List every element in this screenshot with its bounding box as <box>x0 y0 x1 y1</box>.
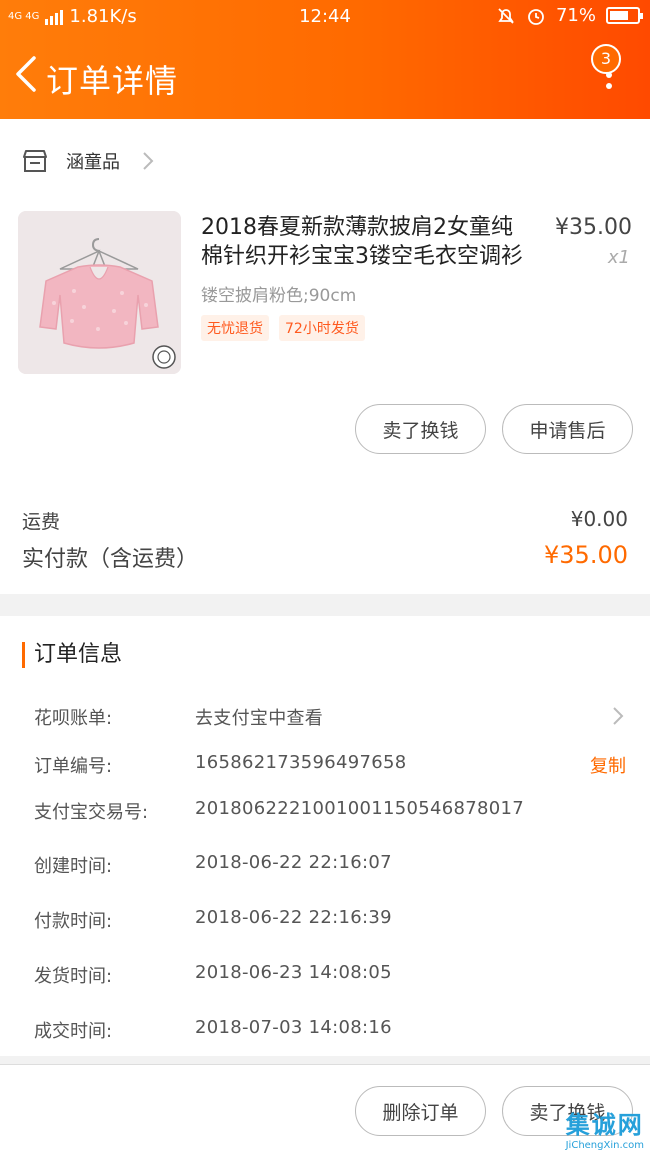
page-title: 订单详情 <box>46 62 179 100</box>
chevron-right-icon <box>613 707 624 725</box>
info-value: 2018-07-03 14:08:16 <box>195 1017 392 1038</box>
battery-fill <box>610 11 628 20</box>
product-title[interactable]: 2018春夏新款薄款披肩2女童纯 棉针织开衫宝宝3镂空毛衣空调衫 <box>201 213 526 271</box>
status-right: 71% <box>496 5 643 26</box>
shipping-label: 运费 <box>22 511 61 533</box>
watermark: 集诚网 JiChengXin.com <box>566 1105 644 1151</box>
notification-badge: 3 <box>591 44 621 74</box>
chevron-right-icon <box>143 152 154 170</box>
info-value: 2018-06-22 22:16:07 <box>195 852 392 873</box>
more-menu-button[interactable]: 3 <box>590 44 630 102</box>
battery-icon <box>606 7 643 24</box>
info-value: 2018-06-23 14:08:05 <box>195 962 392 983</box>
bell-muted-icon <box>498 7 514 24</box>
watermark-cn: 集诚网 <box>565 1111 644 1139</box>
info-value: 165862173596497658 <box>195 752 407 773</box>
info-label: 花呗账单: <box>34 708 113 729</box>
shop-row[interactable]: 涵童品 <box>22 141 154 181</box>
paid-row: 实付款（含运费） ¥35.00 <box>22 541 628 573</box>
bottom-action-bar: 删除订单 卖了换钱 集诚网 JiChengXin.com <box>0 1064 650 1155</box>
back-arrow-icon[interactable] <box>10 54 40 94</box>
info-value: 2018062221001001150546878017 <box>195 798 525 819</box>
cardigan-image <box>18 211 181 374</box>
after-sale-button[interactable]: 申请售后 <box>502 404 633 454</box>
status-bar: 4G 4G 1.81K/s 12:44 71% <box>0 0 650 34</box>
product-title-line2: 棉针织开衫宝宝3镂空毛衣空调衫 <box>201 244 523 269</box>
product-title-line1: 2018春夏新款薄款披肩2女童纯 <box>201 215 513 240</box>
sell-button[interactable]: 卖了换钱 <box>355 404 486 454</box>
product-image[interactable] <box>18 211 181 374</box>
alarm-icon <box>528 8 544 25</box>
watermark-en: JiChengXin.com <box>565 1140 644 1151</box>
paid-label: 实付款（含运费） <box>22 547 199 572</box>
copy-button[interactable]: 复制 <box>590 752 626 778</box>
order-info-title: 订单信息 <box>22 642 122 668</box>
info-value: 去支付宝中查看 <box>195 708 324 729</box>
product-tags: 无忧退货 72小时发货 <box>201 315 365 341</box>
store-icon <box>23 150 47 172</box>
info-label: 发货时间: <box>34 966 113 987</box>
info-value: 2018-06-22 22:16:39 <box>195 907 392 928</box>
order-card: 涵童品 2018春夏新款薄款披肩2女童纯 棉针织开衫宝宝3镂空毛衣空调衫 ¥35… <box>0 119 650 594</box>
order-info-card: 订单信息 花呗账单: 去支付宝中查看 订单编号: 165862173596497… <box>0 616 650 1056</box>
shipping-value: ¥0.00 <box>570 507 628 531</box>
nav-bar: 订单详情 3 <box>0 40 650 115</box>
info-label: 成交时间: <box>34 1021 113 1042</box>
delete-order-button[interactable]: 删除订单 <box>355 1086 486 1136</box>
product-spec: 镂空披肩粉色;90cm <box>201 286 357 306</box>
info-label: 付款时间: <box>34 911 113 932</box>
product-quantity: x1 <box>607 247 630 268</box>
info-label: 订单编号: <box>34 756 113 777</box>
tag-72h-ship: 72小时发货 <box>279 315 365 341</box>
shipping-row: 运费 ¥0.00 <box>22 507 628 534</box>
more-dots-icon <box>606 72 612 89</box>
info-label: 支付宝交易号: <box>34 802 149 823</box>
info-label: 创建时间: <box>34 856 113 877</box>
battery-percent: 71% <box>555 5 596 26</box>
product-price: ¥35.00 <box>555 215 632 240</box>
app-header: 4G 4G 1.81K/s 12:44 71% 订单详情 3 <box>0 0 650 119</box>
paid-value: ¥35.00 <box>544 541 628 569</box>
shop-name: 涵童品 <box>66 152 120 173</box>
tag-free-return: 无忧退货 <box>201 315 269 341</box>
